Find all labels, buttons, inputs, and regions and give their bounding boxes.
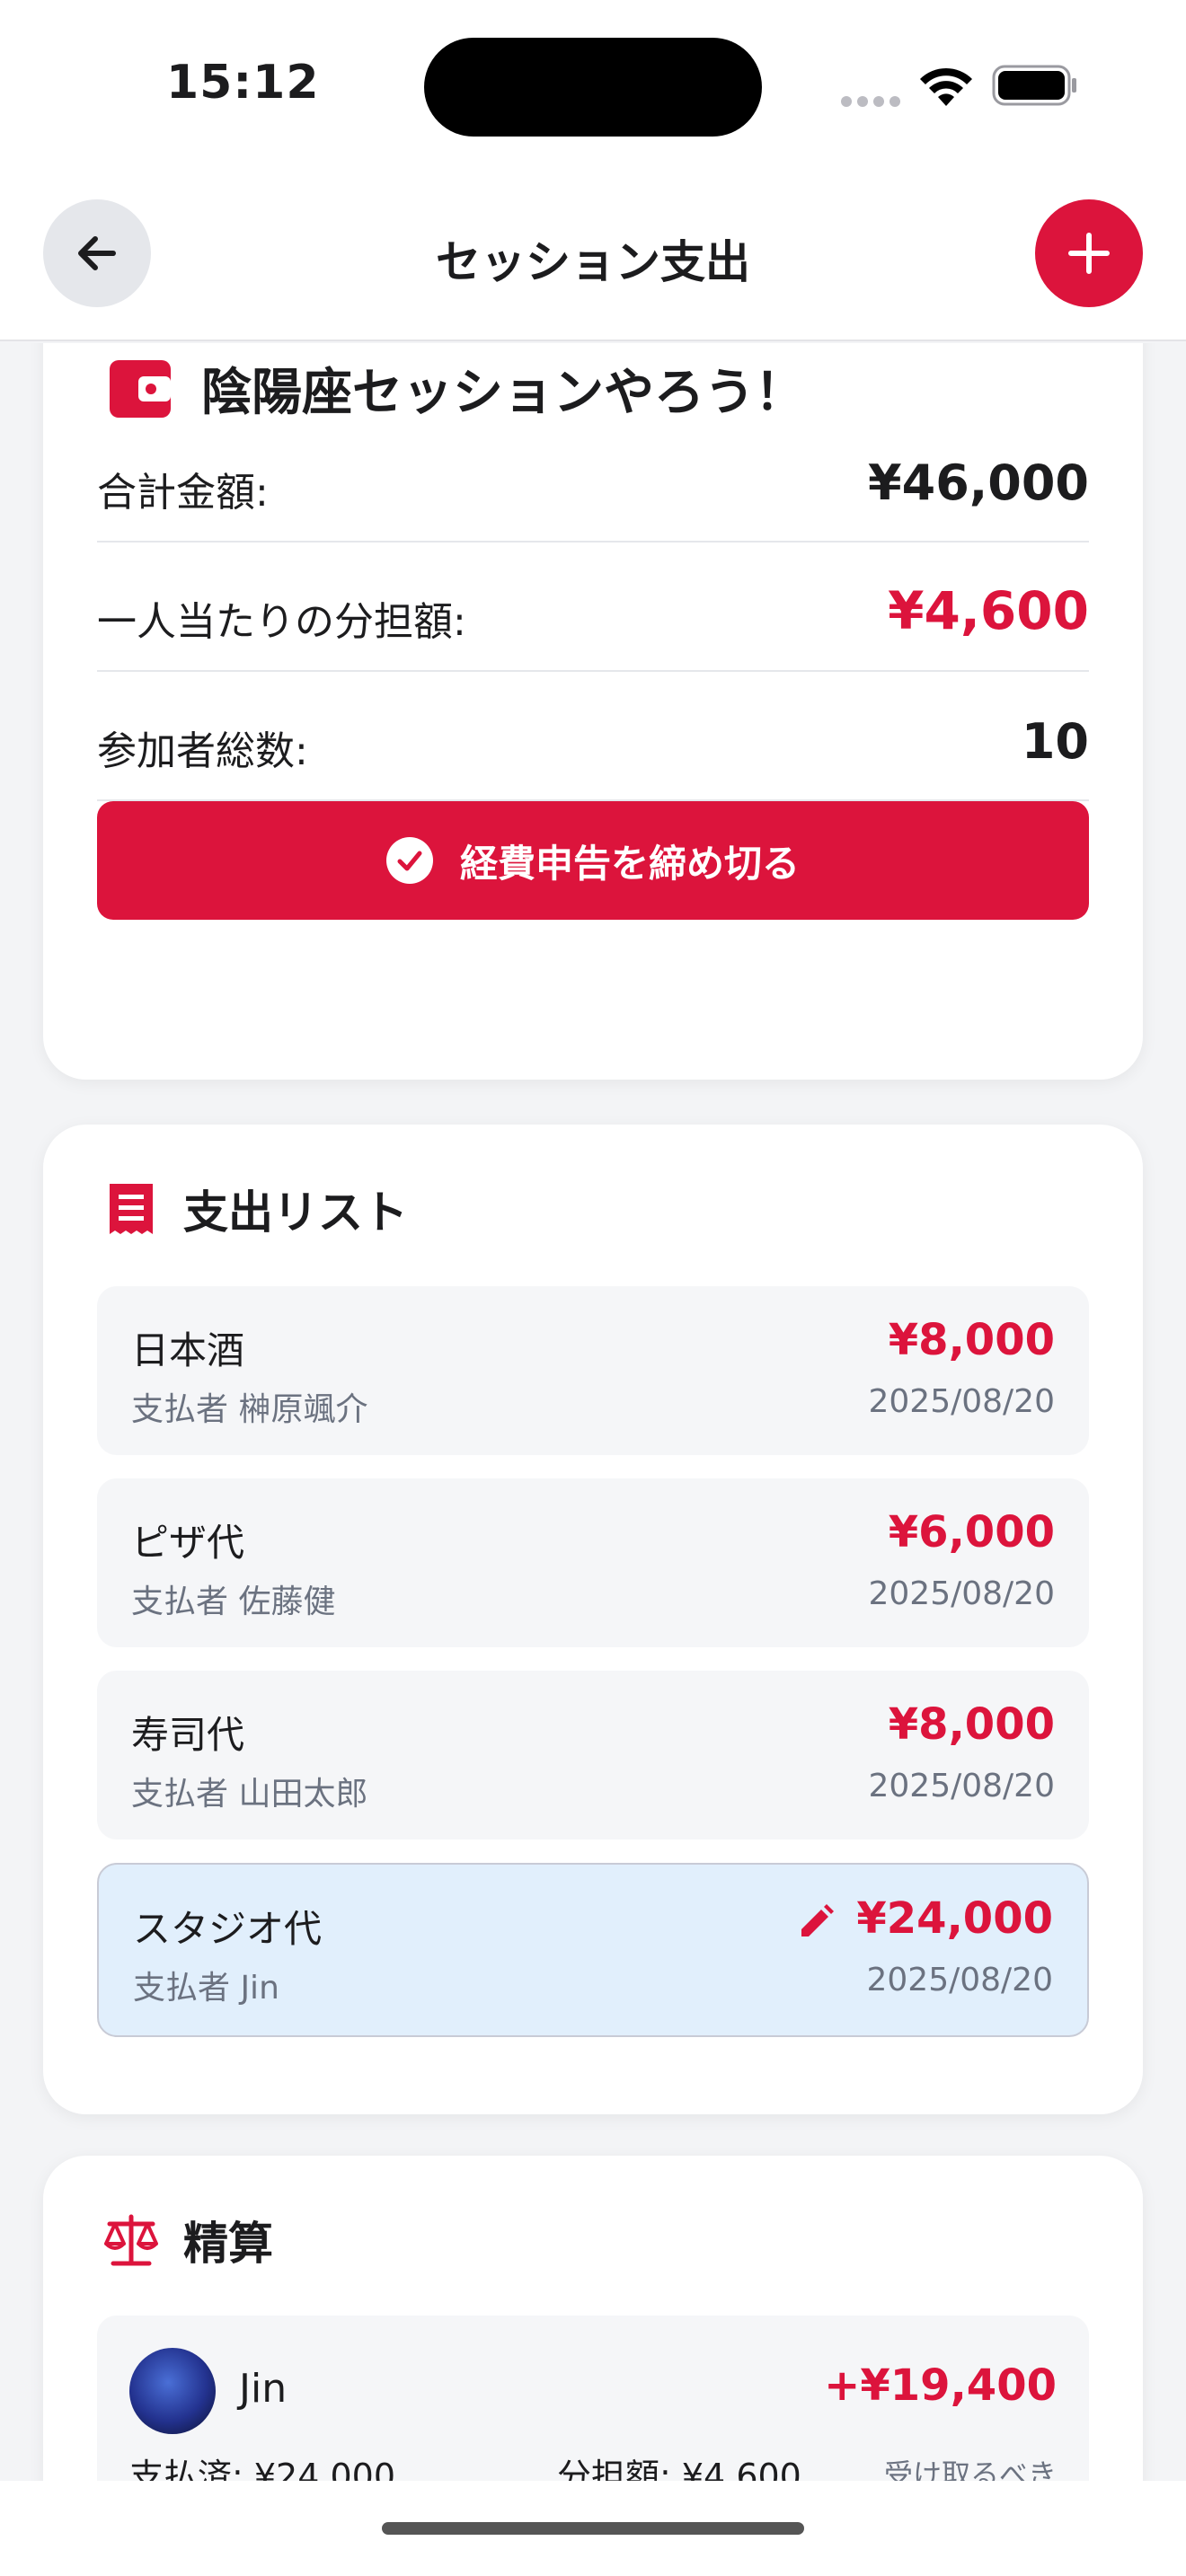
settlement-item[interactable]: Jin +¥19,400 支払済: ¥24,000 分担額: ¥4,600 受け…: [97, 2316, 1089, 2481]
settlement-share: 分担額: ¥4,600: [557, 2457, 801, 2481]
wifi-icon: [920, 67, 972, 106]
settlement-status: 受け取るべき: [883, 2457, 1057, 2481]
settlement-card: 精算 Jin +¥19,400 支払済: ¥24,000 分担額: ¥4,600…: [43, 2156, 1143, 2481]
expense-item-selected[interactable]: スタジオ代 支払者 Jin ¥24,000 2025/08/20: [97, 1863, 1089, 2037]
battery-icon: [992, 65, 1076, 106]
total-label: 合計金額:: [97, 470, 269, 516]
per-person-row: 一人当たりの分担額: ¥4,600: [97, 544, 1089, 672]
total-row: 合計金額: ¥46,000: [97, 415, 1089, 543]
participants-label: 参加者総数:: [97, 728, 308, 774]
scroll-content[interactable]: 陰陽座セッションやろう！ 合計金額: ¥46,000 一人当たりの分担額: ¥4…: [0, 343, 1186, 2481]
add-expense-button[interactable]: [1035, 199, 1143, 307]
expense-list-header: 支出リスト: [97, 1175, 408, 1243]
expense-payer: 支払者 山田太郎: [131, 1776, 368, 1813]
expense-list-title: 支出リスト: [183, 1187, 408, 1239]
home-indicator[interactable]: [382, 2522, 804, 2535]
expense-date: 2025/08/20: [868, 1768, 1056, 1804]
expense-payer: 支払者 榊原颯介: [131, 1391, 368, 1428]
summary-card: 陰陽座セッションやろう！ 合計金額: ¥46,000 一人当たりの分担額: ¥4…: [43, 343, 1143, 1080]
session-title: 陰陽座セッションやろう！: [201, 364, 805, 422]
status-bar: 15:12: [0, 0, 1186, 171]
per-person-label: 一人当たりの分担額:: [97, 599, 466, 645]
expense-item[interactable]: 日本酒 支払者 榊原颯介 ¥8,000 2025/08/20: [97, 1286, 1089, 1455]
settlement-title: 精算: [183, 2218, 273, 2270]
settlement-paid: 支払済: ¥24,000: [129, 2457, 396, 2481]
expense-date: 2025/08/20: [868, 1575, 1056, 1612]
expense-item[interactable]: 寿司代 支払者 山田太郎 ¥8,000 2025/08/20: [97, 1671, 1089, 1839]
status-time: 15:12: [166, 56, 320, 110]
participants-row: 参加者総数: 10: [97, 674, 1089, 801]
expense-amount: ¥8,000: [888, 1315, 1055, 1365]
expense-amount: ¥6,000: [888, 1507, 1055, 1557]
page-title: セッション支出: [436, 236, 750, 288]
receipt-icon: [97, 1175, 165, 1243]
expense-date: 2025/08/20: [866, 1962, 1054, 1998]
expense-item[interactable]: ピザ代 支払者 佐藤健 ¥6,000 2025/08/20: [97, 1478, 1089, 1647]
plus-icon: [1068, 233, 1110, 274]
navigation-bar: セッション支出: [0, 171, 1186, 341]
expense-name: ピザ代: [131, 1521, 245, 1565]
per-person-value: ¥4,600: [888, 580, 1089, 641]
total-value: ¥46,000: [868, 454, 1089, 511]
expense-name: スタジオ代: [133, 1907, 323, 1951]
check-circle-icon: [385, 837, 433, 884]
avatar: [129, 2348, 216, 2434]
settlement-header: 精算: [97, 2206, 273, 2274]
dynamic-island: [424, 38, 762, 137]
summary-header: 陰陽座セッションやろう！: [106, 352, 805, 425]
expense-payer: 支払者 佐藤健: [131, 1584, 336, 1620]
expense-payer: 支払者 Jin: [133, 1970, 279, 2007]
pencil-icon[interactable]: [796, 1902, 836, 1942]
signal-icon: [841, 93, 906, 110]
expense-amount: ¥24,000: [856, 1893, 1053, 1944]
settlement-balance: +¥19,400: [824, 2360, 1057, 2411]
settlement-user-name: Jin: [239, 2366, 288, 2412]
expense-list-card: 支出リスト 日本酒 支払者 榊原颯介 ¥8,000 2025/08/20 ピザ代…: [43, 1125, 1143, 2114]
expense-name: 日本酒: [131, 1328, 245, 1372]
expense-name: 寿司代: [131, 1713, 245, 1757]
close-expenses-label: 経費申告を締め切る: [459, 841, 800, 886]
wallet-icon: [106, 355, 174, 423]
home-indicator-area: [0, 2481, 1186, 2576]
close-expenses-button[interactable]: 経費申告を締め切る: [97, 801, 1089, 920]
participants-value: 10: [1021, 713, 1089, 770]
expense-date: 2025/08/20: [868, 1383, 1056, 1420]
scale-icon: [97, 2206, 165, 2274]
expense-amount: ¥8,000: [888, 1699, 1055, 1750]
